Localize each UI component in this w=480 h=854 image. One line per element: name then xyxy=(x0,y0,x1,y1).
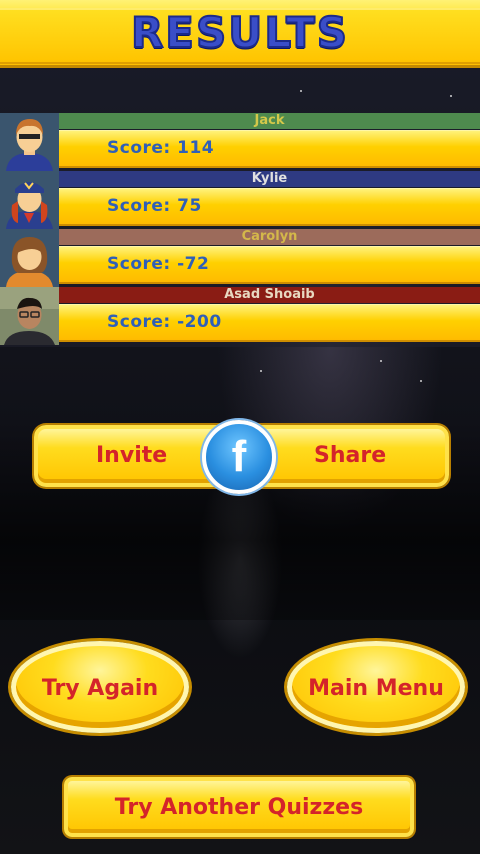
player-row: Kylie Score: 75 xyxy=(0,171,480,229)
facebook-icon[interactable]: f xyxy=(202,420,276,494)
main-menu-label: Main Menu xyxy=(308,676,444,701)
score-bar: Score: 114 xyxy=(59,130,480,168)
try-again-button[interactable]: Try Again xyxy=(11,641,189,733)
player-name: Jack xyxy=(59,113,480,129)
facebook-glyph: f xyxy=(231,432,247,481)
player-row: Carolyn Score: -72 xyxy=(0,229,480,287)
player-score: Score: -200 xyxy=(107,312,222,332)
pilot-woman-avatar-icon xyxy=(0,171,59,229)
man-avatar-icon xyxy=(0,113,59,171)
player-score: Score: 114 xyxy=(107,138,215,158)
results-header: RESULTS xyxy=(0,0,480,68)
player-score: Score: -72 xyxy=(107,254,210,274)
player-row: Asad Shoaib Score: -200 xyxy=(0,287,480,345)
player-row: Jack Score: 114 xyxy=(0,113,480,171)
try-again-label: Try Again xyxy=(41,676,159,701)
player-name: Asad Shoaib xyxy=(59,287,480,303)
player-name: Kylie xyxy=(59,171,480,187)
leaderboard: Jack Score: 114 Kylie Score: 75 Carolyn … xyxy=(0,113,480,347)
main-menu-button[interactable]: Main Menu xyxy=(287,641,465,733)
try-another-quizzes-label: Try Another Quizzes xyxy=(114,795,364,820)
invite-button[interactable]: Invite xyxy=(96,443,167,468)
player-score: Score: 75 xyxy=(107,196,202,216)
player-name: Carolyn xyxy=(59,229,480,245)
score-bar: Score: -72 xyxy=(59,246,480,284)
score-bar: Score: -200 xyxy=(59,304,480,342)
user-photo xyxy=(0,287,59,345)
try-another-quizzes-button[interactable]: Try Another Quizzes xyxy=(64,777,414,837)
woman-avatar-icon xyxy=(0,229,59,287)
share-button[interactable]: Share xyxy=(314,443,386,468)
page-title: RESULTS xyxy=(130,7,350,58)
score-bar: Score: 75 xyxy=(59,188,480,226)
